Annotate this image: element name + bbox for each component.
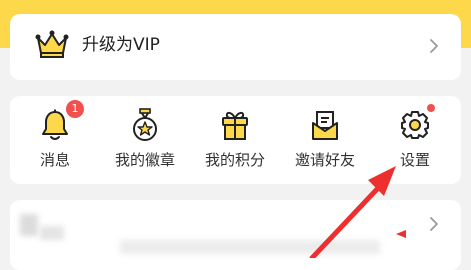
chevron-right-icon <box>430 39 438 53</box>
blurred-thumbnail <box>20 214 38 236</box>
blurred-content-row[interactable] <box>10 200 461 270</box>
medal-icon <box>133 108 157 141</box>
menu-item-label: 我的徽章 <box>114 151 175 169</box>
menu-item-settings[interactable]: 设置 <box>375 96 455 184</box>
menu-item-invite-friends[interactable]: 邀请好友 <box>285 96 365 184</box>
menu-item-label: 设置 <box>399 151 430 169</box>
quick-menu-card: 1 消息 我的徽章 我的积分 邀请好友 设置 <box>10 96 461 184</box>
gift-icon <box>222 111 248 140</box>
menu-item-label: 我的积分 <box>204 151 265 169</box>
notification-dot <box>427 104 435 112</box>
upgrade-vip-label: 升级为VIP <box>82 35 160 55</box>
blurred-text <box>40 226 64 240</box>
blurred-text <box>120 240 380 254</box>
upgrade-vip-row[interactable]: 升级为VIP <box>10 14 461 80</box>
chevron-right-icon <box>430 217 438 231</box>
envelope-icon <box>312 111 338 140</box>
menu-item-my-points[interactable]: 我的积分 <box>195 96 275 184</box>
crown-icon <box>35 30 69 58</box>
menu-item-label: 邀请好友 <box>294 151 355 169</box>
red-marker <box>396 230 406 238</box>
bell-icon <box>42 109 68 140</box>
menu-item-messages[interactable]: 1 消息 <box>15 96 95 184</box>
unread-badge: 1 <box>66 100 84 118</box>
menu-item-my-badges[interactable]: 我的徽章 <box>105 96 185 184</box>
gear-icon <box>401 111 429 139</box>
menu-item-label: 消息 <box>39 151 70 169</box>
